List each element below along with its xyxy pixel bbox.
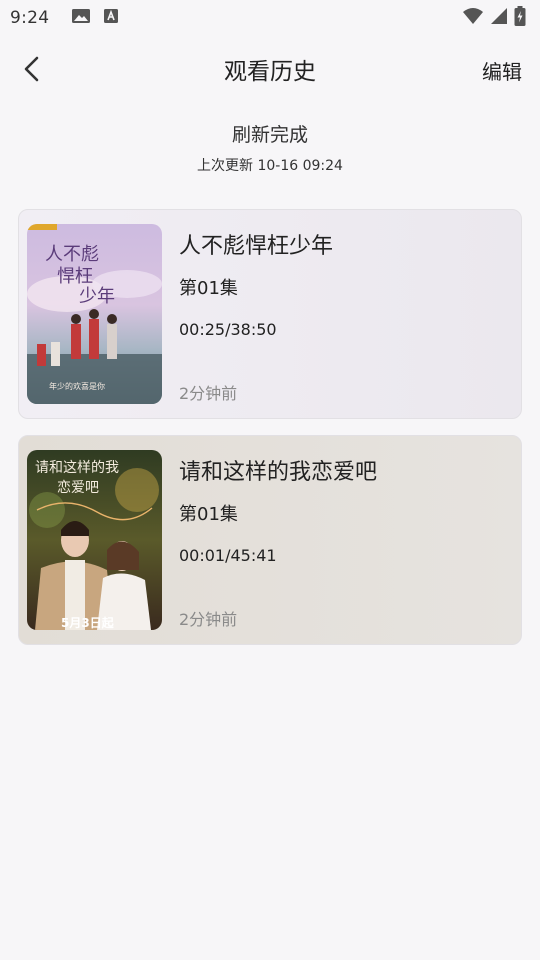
video-title: 请和这样的我恋爱吧 bbox=[179, 460, 378, 485]
battery-charging-icon bbox=[514, 6, 526, 30]
watch-progress: 00:25/38:50 bbox=[179, 320, 277, 339]
watch-progress: 00:01/45:41 bbox=[179, 546, 277, 565]
page-title: 观看历史 bbox=[224, 59, 316, 85]
back-button[interactable] bbox=[18, 54, 48, 84]
poster-title-art: 人不彪 bbox=[45, 244, 99, 265]
status-bar: 9:24 bbox=[0, 0, 540, 36]
refresh-indicator: 刷新完成 上次更新 10-16 09:24 bbox=[0, 120, 540, 175]
svg-text:年少的欢喜是你: 年少的欢喜是你 bbox=[49, 381, 105, 391]
svg-text:悍枉: 悍枉 bbox=[57, 266, 93, 287]
svg-text:恋爱吧: 恋爱吧 bbox=[57, 479, 99, 496]
poster-image: 请和这样的我 恋爱吧 5月3日起 bbox=[27, 450, 162, 630]
top-bar: 观看历史 编辑 bbox=[0, 40, 540, 98]
signal-icon bbox=[490, 7, 508, 29]
chevron-left-icon bbox=[24, 56, 39, 82]
episode-label: 第01集 bbox=[179, 504, 238, 525]
episode-label: 第01集 bbox=[179, 278, 238, 299]
refresh-status: 刷新完成 bbox=[231, 124, 308, 146]
text-a-icon bbox=[103, 8, 119, 28]
history-item[interactable]: 人不彪 悍枉 少年 年少的欢喜是你 人不彪悍枉少年 第01集 00:25/38:… bbox=[18, 209, 522, 419]
watched-time: 2分钟前 bbox=[179, 610, 238, 629]
last-updated: 上次更新 10-16 09:24 bbox=[197, 158, 343, 174]
poster-image: 人不彪 悍枉 少年 年少的欢喜是你 bbox=[27, 224, 162, 404]
status-time: 9:24 bbox=[10, 8, 50, 28]
wifi-icon bbox=[462, 7, 484, 29]
history-item[interactable]: 请和这样的我 恋爱吧 5月3日起 请和这样的我恋爱吧 第01集 00:01/45… bbox=[18, 435, 522, 645]
svg-text:少年: 少年 bbox=[79, 286, 115, 307]
watched-time: 2分钟前 bbox=[179, 384, 238, 403]
poster-title-art: 请和这样的我 bbox=[35, 459, 119, 476]
poster-date: 5月3日起 bbox=[61, 615, 115, 630]
edit-button[interactable]: 编辑 bbox=[482, 56, 522, 85]
video-title: 人不彪悍枉少年 bbox=[179, 234, 334, 259]
image-icon bbox=[71, 8, 91, 28]
